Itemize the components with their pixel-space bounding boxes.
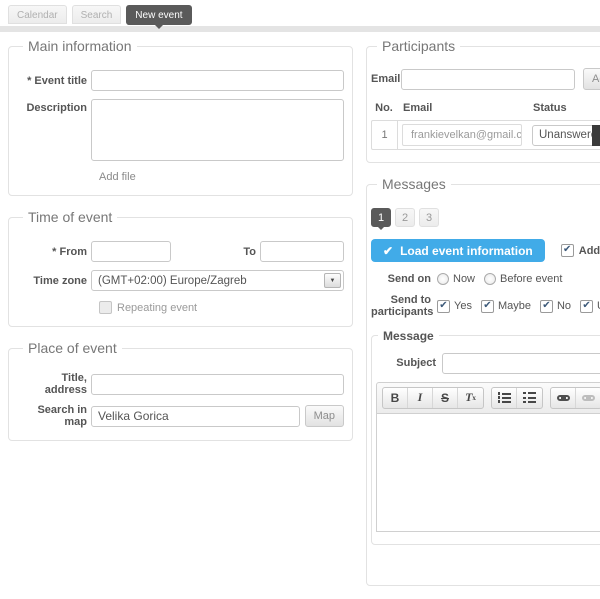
title-address-label: Title, address [17, 372, 87, 396]
title-address-input[interactable] [91, 374, 344, 395]
tab-search[interactable]: Search [72, 5, 122, 24]
chevron-down-icon[interactable]: ▼ [324, 273, 341, 288]
subject-input[interactable] [442, 353, 600, 374]
add-file-link[interactable]: Add file [99, 171, 344, 183]
add-participants-checkbox[interactable] [561, 244, 574, 257]
chevron-down-icon[interactable]: ▼ [592, 125, 600, 146]
map-button[interactable]: Map [305, 405, 344, 427]
unlink-button[interactable] [576, 388, 600, 408]
message-tab-1[interactable]: 1 [371, 208, 391, 227]
send-now-radio[interactable] [437, 273, 449, 285]
message-tabbar: 1 2 3 [371, 208, 600, 227]
time-zone-value: (GMT+02:00) Europe/Zagreb [92, 275, 324, 287]
numbered-list-icon [498, 392, 511, 403]
message-tab-2[interactable]: 2 [395, 208, 415, 227]
time-zone-select[interactable]: (GMT+02:00) Europe/Zagreb ▼ [91, 270, 344, 291]
check-icon: ✔ [383, 244, 393, 258]
send-to-unanswered-checkbox[interactable] [580, 300, 593, 313]
to-label: To [243, 246, 256, 258]
place-of-event-section: Place of event Title, address Search in … [8, 340, 353, 441]
send-to-no-label: No [557, 300, 571, 312]
main-tabbar: Calendar Search New event [8, 5, 192, 25]
participant-status-select[interactable]: Unanswered ▼ [532, 125, 600, 146]
add-participant-button[interactable]: Add [583, 68, 600, 90]
time-of-event-section: Time of event * From To Time zone (GMT+0… [8, 209, 353, 327]
from-label: * From [17, 246, 87, 258]
col-header-status: Status [533, 102, 567, 114]
description-label: Description [17, 99, 87, 114]
italic-button[interactable]: I [408, 388, 433, 408]
participant-email-label: Email [371, 73, 395, 85]
participant-row: 1 frankievelkan@gmail.com Unanswered ▼ [371, 120, 600, 150]
messages-section: Messages 1 2 3 ✔ Load event information … [366, 176, 600, 586]
link-button[interactable] [551, 388, 576, 408]
numbered-list-button[interactable] [492, 388, 517, 408]
subject-label: Subject [376, 357, 436, 370]
main-information-legend: Main information [23, 38, 137, 54]
send-now-label: Now [453, 273, 475, 285]
editor-list-group [491, 387, 543, 409]
search-in-map-label: Search in map [17, 404, 87, 428]
message-legend: Message [378, 329, 439, 343]
col-header-email: Email [403, 102, 523, 114]
bold-button[interactable]: B [383, 388, 408, 408]
main-information-section: Main information * Event title Descripti… [8, 38, 353, 196]
repeating-event-label: Repeating event [117, 302, 197, 314]
bulleted-list-button[interactable] [517, 388, 542, 408]
time-zone-label: Time zone [17, 275, 87, 287]
participant-status-value: Unanswered [533, 129, 592, 141]
remove-format-button[interactable]: Tx [458, 388, 483, 408]
message-tab-3[interactable]: 3 [419, 208, 439, 227]
editor-format-group: B I S Tx [382, 387, 484, 409]
search-in-map-input[interactable] [91, 406, 300, 427]
right-column: Participants Email Add No. Email Status … [366, 38, 600, 599]
link-icon [557, 395, 570, 401]
participants-section: Participants Email Add No. Email Status … [366, 38, 600, 163]
load-event-information-button[interactable]: ✔ Load event information [371, 239, 545, 262]
remove-format-x: x [472, 394, 476, 402]
left-column: Main information * Event title Descripti… [8, 38, 353, 454]
participants-legend: Participants [377, 38, 460, 54]
from-input[interactable] [91, 241, 171, 262]
place-of-event-legend: Place of event [23, 340, 122, 356]
to-input[interactable] [260, 241, 344, 262]
participant-email-input[interactable] [401, 69, 575, 90]
repeating-event-checkbox[interactable] [99, 301, 112, 314]
editor-toolbar: B I S Tx [376, 382, 600, 414]
send-on-label: Send on [371, 273, 431, 286]
bulleted-list-icon [523, 392, 536, 403]
participants-table-header: No. Email Status [371, 102, 600, 114]
load-event-information-label: Load event information [400, 244, 533, 258]
event-title-input[interactable] [91, 70, 344, 91]
content-top-strip [0, 26, 600, 32]
remove-format-t: T [465, 390, 472, 405]
description-textarea[interactable] [91, 99, 344, 161]
send-before-event-radio[interactable] [484, 273, 496, 285]
message-editor: B I S Tx [376, 382, 600, 532]
send-before-event-label: Before event [500, 273, 562, 285]
messages-legend: Messages [377, 176, 451, 192]
unlink-icon [582, 395, 595, 401]
participant-no: 1 [372, 121, 398, 149]
message-subsection: Message Subject B I S Tx [371, 329, 600, 545]
send-to-yes-label: Yes [454, 300, 472, 312]
add-participants-label: Add participants li [579, 245, 600, 257]
time-of-event-legend: Time of event [23, 209, 117, 225]
event-title-label: * Event title [17, 75, 87, 87]
send-to-yes-checkbox[interactable] [437, 300, 450, 313]
message-body-input[interactable] [376, 414, 600, 532]
send-to-maybe-label: Maybe [498, 300, 531, 312]
send-to-maybe-checkbox[interactable] [481, 300, 494, 313]
strikethrough-button[interactable]: S [433, 388, 458, 408]
participant-email: frankievelkan@gmail.com [402, 124, 522, 146]
tab-new-event[interactable]: New event [126, 5, 191, 25]
send-to-participants-label: Send to participants [371, 294, 431, 319]
col-header-no: No. [371, 102, 397, 114]
send-to-no-checkbox[interactable] [540, 300, 553, 313]
editor-link-group [550, 387, 600, 409]
tab-calendar[interactable]: Calendar [8, 5, 67, 24]
